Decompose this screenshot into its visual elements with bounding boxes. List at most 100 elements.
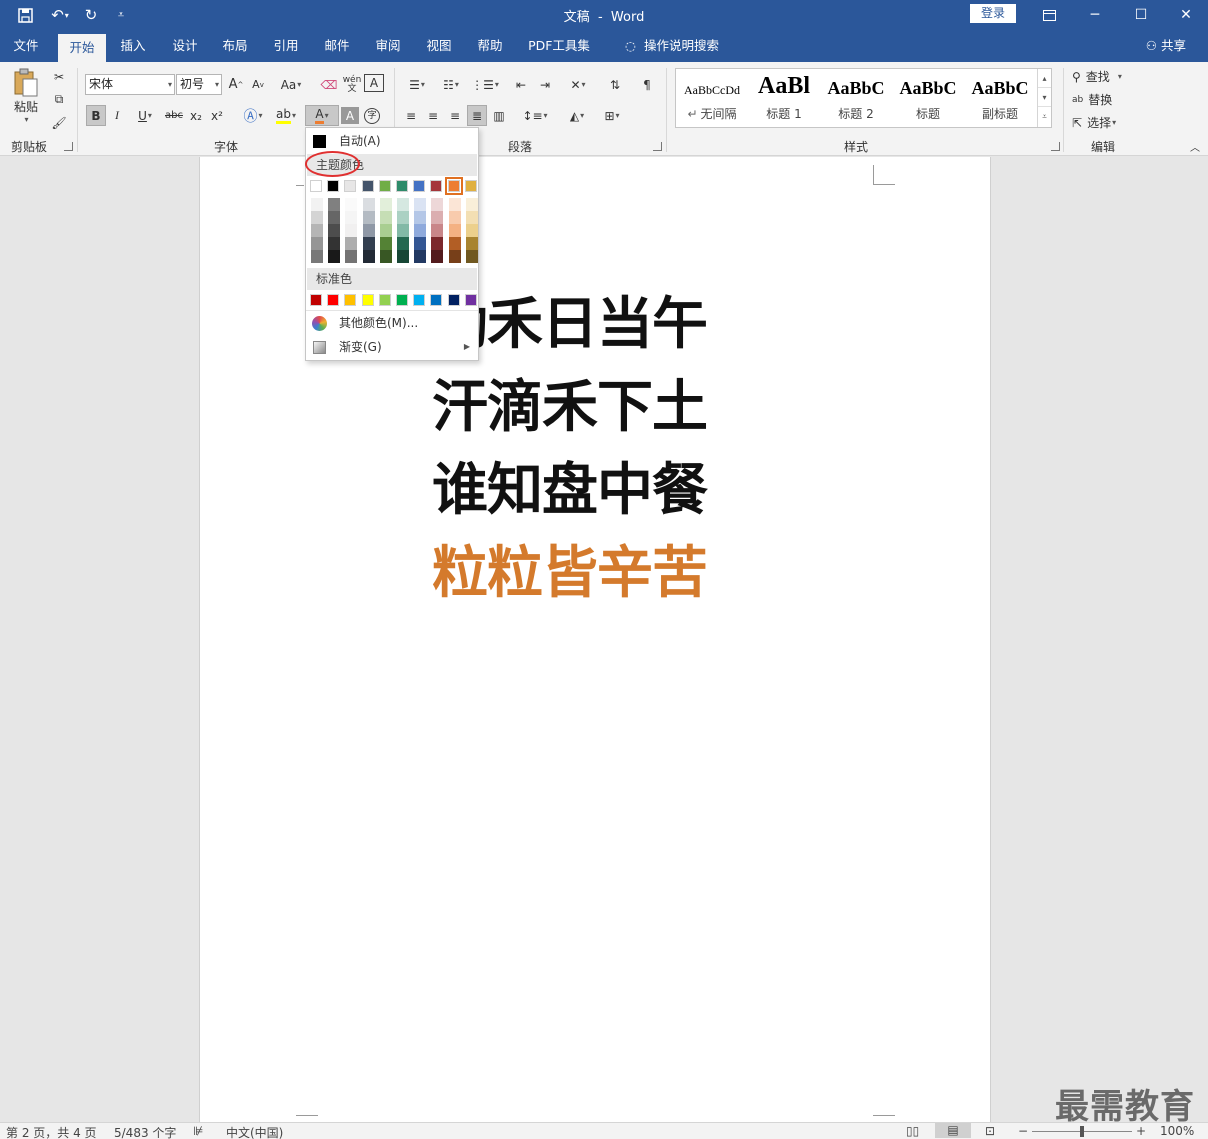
print-layout-icon[interactable]: ▤: [935, 1123, 971, 1138]
zoom-out-icon[interactable]: −: [1018, 1124, 1028, 1138]
theme-shade-swatch[interactable]: [465, 211, 478, 224]
chinese-layout-icon[interactable]: ✕ ▾: [562, 74, 594, 95]
tell-me-search[interactable]: ◌ 操作说明搜索: [612, 30, 732, 62]
theme-color-swatch[interactable]: [444, 177, 463, 195]
theme-shade-swatch[interactable]: [311, 211, 323, 224]
tab-insert[interactable]: 插入: [110, 30, 156, 62]
theme-shade-swatch[interactable]: [397, 250, 409, 263]
theme-shade-swatch[interactable]: [414, 198, 427, 211]
gallery-down-icon[interactable]: ▾: [1038, 88, 1051, 107]
read-mode-icon[interactable]: ▯▯: [906, 1124, 919, 1138]
theme-shade-swatch[interactable]: [311, 237, 323, 250]
standard-color-swatch[interactable]: [361, 294, 374, 306]
theme-shade-swatch[interactable]: [431, 237, 444, 250]
zoom-in-icon[interactable]: +: [1136, 1124, 1146, 1138]
theme-shade-swatch[interactable]: [397, 237, 409, 250]
format-painter-icon[interactable]: 🖌: [48, 112, 70, 133]
show-marks-icon[interactable]: ¶: [636, 74, 658, 95]
tab-pdf-tools[interactable]: PDF工具集: [522, 30, 596, 62]
theme-shade-swatch[interactable]: [328, 198, 341, 211]
theme-shade-swatch[interactable]: [362, 198, 375, 211]
standard-color-swatch[interactable]: [430, 294, 443, 306]
justify-icon[interactable]: ≣: [467, 105, 487, 126]
theme-shade-swatch[interactable]: [448, 224, 461, 237]
italic-button[interactable]: I: [108, 105, 126, 126]
font-size-combo[interactable]: 初号 ▾: [176, 74, 222, 95]
word-count[interactable]: 5/483 个字: [114, 1124, 176, 1139]
distributed-icon[interactable]: ▥: [489, 105, 509, 126]
character-border-icon[interactable]: A: [364, 74, 384, 92]
gradient-item[interactable]: 渐变(G) ▶: [306, 335, 478, 359]
clear-formatting-icon[interactable]: ⌫: [318, 74, 340, 95]
standard-color-swatch[interactable]: [413, 294, 426, 306]
standard-color-swatch[interactable]: [396, 294, 408, 306]
maximize-icon[interactable]: ☐: [1118, 0, 1164, 30]
theme-shade-swatch[interactable]: [345, 250, 358, 263]
theme-shade-swatch[interactable]: [397, 224, 409, 237]
change-case-button[interactable]: Aa ▾: [276, 74, 306, 95]
style-title[interactable]: AaBbC 标题: [892, 69, 964, 127]
theme-shade-swatch[interactable]: [362, 211, 375, 224]
theme-shade-swatch[interactable]: [345, 224, 358, 237]
gallery-up-icon[interactable]: ▴: [1038, 69, 1051, 88]
tab-view[interactable]: 视图: [416, 30, 462, 62]
standard-color-swatch[interactable]: [447, 294, 460, 306]
subscript-button[interactable]: x₂: [186, 105, 206, 126]
theme-shade-swatch[interactable]: [362, 237, 375, 250]
enclose-characters-icon[interactable]: 字: [362, 105, 382, 126]
theme-shade-swatch[interactable]: [311, 224, 323, 237]
theme-shade-swatch[interactable]: [414, 224, 427, 237]
paste-button[interactable]: 粘贴 ▾: [8, 66, 44, 126]
theme-shade-swatch[interactable]: [448, 211, 461, 224]
gallery-scrollbar[interactable]: ▴ ▾ ⩡: [1037, 69, 1051, 127]
theme-shade-swatch[interactable]: [397, 198, 409, 211]
styles-launcher-icon[interactable]: [1051, 142, 1060, 151]
style-heading-2[interactable]: AaBbC 标题 2: [820, 69, 892, 127]
page-count[interactable]: 第 2 页，共 4 页: [6, 1124, 97, 1139]
underline-button[interactable]: U ▾: [130, 105, 160, 126]
theme-shade-swatch[interactable]: [345, 211, 358, 224]
tab-mailings[interactable]: 邮件: [314, 30, 360, 62]
select-button[interactable]: ⇱ 选择 ▾: [1072, 112, 1138, 133]
theme-shade-swatch[interactable]: [362, 250, 375, 263]
poem-line-4[interactable]: 粒粒皆辛苦: [432, 528, 732, 609]
theme-shade-swatch[interactable]: [328, 211, 341, 224]
sort-icon[interactable]: ⇅: [604, 74, 626, 95]
zoom-slider-thumb[interactable]: [1080, 1126, 1084, 1137]
share-button[interactable]: ⚇ 共享: [1146, 30, 1186, 62]
tab-file[interactable]: 文件: [4, 30, 48, 62]
theme-shade-swatch[interactable]: [448, 198, 461, 211]
theme-color-swatch[interactable]: [464, 180, 477, 192]
theme-shade-swatch[interactable]: [414, 250, 427, 263]
line-spacing-icon[interactable]: ↕≡ ▾: [519, 105, 551, 126]
theme-color-swatch[interactable]: [310, 180, 322, 192]
font-name-combo[interactable]: 宋体 ▾: [85, 74, 175, 95]
standard-color-swatch[interactable]: [378, 294, 391, 306]
theme-shade-swatch[interactable]: [431, 211, 444, 224]
standard-color-swatch[interactable]: [344, 294, 357, 306]
style-heading-1[interactable]: AaBl 标题 1: [748, 69, 820, 127]
theme-shade-swatch[interactable]: [345, 237, 358, 250]
theme-shade-swatch[interactable]: [431, 250, 444, 263]
align-right-icon[interactable]: ≡: [445, 105, 465, 126]
decrease-indent-icon[interactable]: ⇤: [510, 74, 532, 95]
theme-shade-swatch[interactable]: [465, 250, 478, 263]
theme-shade-swatch[interactable]: [379, 250, 392, 263]
shrink-font-icon[interactable]: Av: [248, 74, 268, 95]
superscript-button[interactable]: x²: [207, 105, 227, 126]
clipboard-launcher-icon[interactable]: [64, 142, 73, 151]
bold-button[interactable]: B: [86, 105, 106, 126]
gallery-more-icon[interactable]: ⩡: [1038, 107, 1051, 126]
theme-shade-swatch[interactable]: [362, 224, 375, 237]
theme-color-swatch[interactable]: [327, 180, 340, 192]
shading-icon[interactable]: ◭ ▾: [561, 105, 593, 126]
language[interactable]: 中文(中国): [226, 1124, 283, 1139]
strikethrough-button[interactable]: abc: [163, 105, 185, 126]
align-center-icon[interactable]: ≡: [423, 105, 443, 126]
theme-shade-swatch[interactable]: [465, 237, 478, 250]
theme-shade-swatch[interactable]: [397, 211, 409, 224]
automatic-color-item[interactable]: 自动(A): [306, 129, 478, 153]
style-subtitle[interactable]: AaBbC 副标题: [964, 69, 1036, 127]
tab-home[interactable]: 开始: [58, 34, 106, 62]
theme-shade-swatch[interactable]: [311, 198, 323, 211]
